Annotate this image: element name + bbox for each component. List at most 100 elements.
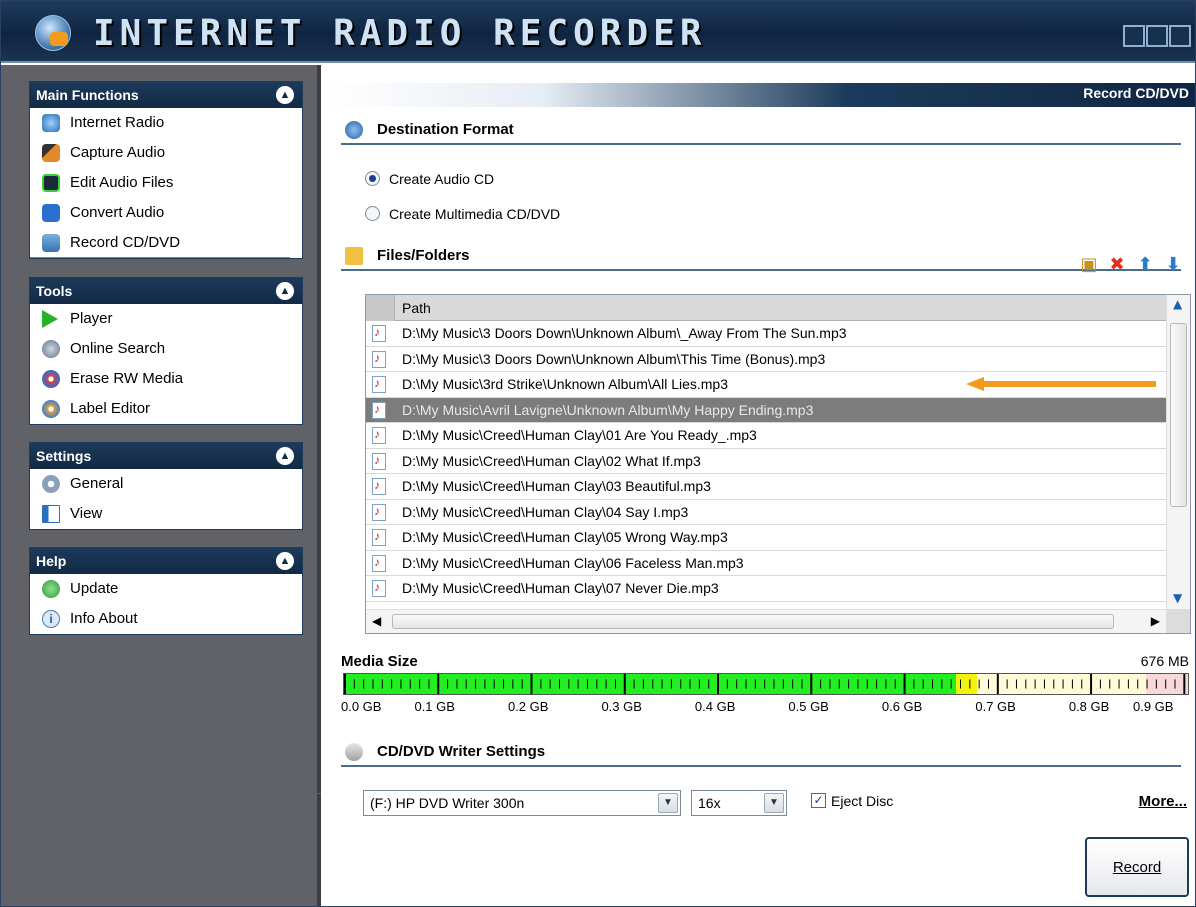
sidebar-item-view[interactable]: View — [30, 499, 302, 529]
panel-header-tools[interactable]: Tools ▲ — [30, 278, 302, 304]
sidebar-item-player[interactable]: Player — [30, 304, 302, 334]
cd-icon — [345, 121, 363, 139]
move-up-icon[interactable]: ⬆ — [1135, 255, 1155, 275]
page-title: Record CD/DVD — [1083, 85, 1189, 101]
panel-header-settings[interactable]: Settings ▲ — [30, 443, 302, 469]
audio-file-icon — [372, 575, 386, 600]
waveform-icon — [42, 174, 60, 192]
table-row[interactable]: D:\My Music\Creed\Human Clay\01 Are You … — [366, 422, 1166, 449]
chevron-down-icon[interactable]: ▼ — [658, 793, 678, 813]
sidebar-item-label-editor[interactable]: Label Editor — [30, 394, 302, 424]
sidebar-item-record-cd[interactable]: Record CD/DVD — [30, 228, 290, 258]
delete-icon[interactable]: ✖ — [1107, 255, 1127, 275]
table-row[interactable]: D:\My Music\3rd Strike\Unknown Album\All… — [366, 371, 1166, 398]
table-row[interactable]: D:\My Music\Creed\Human Clay\06 Faceless… — [366, 550, 1166, 576]
table-row[interactable]: D:\My Music\Creed\Human Clay\07 Never Di… — [366, 575, 1166, 602]
folder-icon — [345, 247, 363, 265]
file-path: D:\My Music\3rd Strike\Unknown Album\All… — [402, 376, 728, 392]
add-folder-icon[interactable]: ▣ — [1079, 255, 1099, 275]
collapse-icon[interactable]: ▲ — [276, 282, 294, 300]
panel-header-help[interactable]: Help ▲ — [30, 548, 302, 574]
chevron-down-icon[interactable]: ▼ — [764, 793, 784, 813]
column-header-path[interactable]: Path — [366, 295, 1166, 321]
table-row[interactable]: D:\My Music\Creed\Human Clay\02 What If.… — [366, 448, 1166, 474]
record-button[interactable]: Record — [1085, 837, 1189, 897]
maximize-button[interactable] — [1146, 25, 1168, 47]
meter-tick-labels: 0.0 GB 0.1 GB 0.2 GB 0.3 GB 0.4 GB 0.5 GB 0.6 … — [341, 699, 1195, 717]
meter-tick-label: 0.9 GB — [1133, 699, 1174, 714]
horizontal-scrollbar[interactable]: ◀ ▶ — [366, 609, 1166, 633]
play-icon — [42, 310, 58, 328]
scroll-left-icon[interactable]: ◀ — [372, 614, 381, 628]
collapse-icon[interactable]: ▲ — [276, 86, 294, 104]
section-destination-format: Destination Format — [341, 115, 1181, 145]
sidebar-item-online-search[interactable]: Online Search — [30, 334, 302, 364]
sidebar-item-update[interactable]: Update — [30, 574, 302, 604]
panel-header-main-functions[interactable]: Main Functions ▲ — [30, 82, 302, 108]
scroll-right-icon[interactable]: ▶ — [1151, 614, 1160, 628]
close-button[interactable] — [1169, 25, 1191, 47]
sidebar-item-general[interactable]: General — [30, 469, 302, 499]
meter-tick-label: 0.0 GB — [341, 699, 382, 714]
collapse-icon[interactable]: ▲ — [276, 552, 294, 570]
file-path: D:\My Music\Creed\Human Clay\04 Say I.mp… — [402, 503, 689, 520]
audio-file-icon — [372, 473, 386, 498]
section-writer-settings: CD/DVD Writer Settings — [341, 737, 1181, 767]
gear-icon — [42, 475, 60, 493]
move-down-icon[interactable]: ⬇ — [1163, 255, 1183, 275]
audio-file-icon — [372, 397, 386, 422]
file-list[interactable]: Path D:\My Music\3 Doors Down\Unknown Al… — [365, 294, 1191, 634]
sidebar-item-erase-rw[interactable]: Erase RW Media — [30, 364, 302, 394]
file-path: D:\My Music\Creed\Human Clay\05 Wrong Wa… — [402, 529, 728, 545]
table-row[interactable]: D:\My Music\3 Doors Down\Unknown Album\T… — [366, 346, 1166, 372]
sidebar-item-capture-audio[interactable]: Capture Audio — [30, 138, 302, 168]
sidebar-item-internet-radio[interactable]: Internet Radio — [30, 108, 302, 138]
panel-help: Help ▲ Update i Info About — [29, 547, 303, 635]
audio-file-icon — [372, 321, 386, 345]
table-row[interactable]: D:\My Music\Creed\Human Clay\03 Beautifu… — [366, 473, 1166, 500]
sidebar-item-convert-audio[interactable]: Convert Audio — [30, 198, 302, 228]
file-rows: D:\My Music\3 Doors Down\Unknown Album\_… — [366, 321, 1166, 609]
meter-tick-label: 0.6 GB — [881, 699, 923, 714]
collapse-icon[interactable]: ▲ — [276, 447, 294, 465]
hscroll-thumb[interactable] — [392, 614, 1114, 629]
vertical-scrollbar[interactable]: ▲ ▼ — [1166, 295, 1190, 609]
audio-file-icon — [372, 499, 386, 524]
info-icon: i — [42, 610, 60, 628]
scroll-thumb[interactable] — [1170, 323, 1187, 507]
radio-dot[interactable] — [365, 171, 380, 186]
window-controls — [1123, 25, 1191, 47]
drive-icon — [345, 743, 363, 761]
panel-main-functions: Main Functions ▲ Internet Radio Capture … — [29, 81, 303, 259]
audio-file-icon — [372, 346, 386, 371]
file-path: D:\My Music\Creed\Human Clay\01 Are You … — [402, 427, 757, 443]
cd-burn-icon — [42, 234, 60, 252]
scroll-up-icon[interactable]: ▲ — [1173, 297, 1182, 311]
file-path: D:\My Music\Avril Lavigne\Unknown Album\… — [402, 401, 814, 418]
minimize-button[interactable] — [1123, 25, 1145, 47]
radio-dot[interactable] — [365, 206, 380, 221]
table-row[interactable]: D:\My Music\Avril Lavigne\Unknown Album\… — [366, 397, 1166, 423]
file-toolbar: ▣ ✖ ⬆ ⬇ — [1079, 255, 1183, 275]
file-path: D:\My Music\Creed\Human Clay\06 Faceless… — [402, 554, 744, 571]
label-icon — [42, 400, 60, 418]
audio-file-icon — [372, 448, 386, 473]
drive-select[interactable]: (F:) HP DVD Writer 300n ▼ — [363, 790, 681, 816]
scroll-down-icon[interactable]: ▼ — [1173, 591, 1182, 605]
checkbox-check-icon[interactable]: ✓ — [811, 793, 826, 808]
table-row[interactable]: D:\My Music\Creed\Human Clay\05 Wrong Wa… — [366, 524, 1166, 551]
erase-disc-icon — [42, 370, 60, 388]
meter-tick-label: 0.3 GB — [601, 699, 642, 714]
sidebar: Main Functions ▲ Internet Radio Capture … — [1, 65, 321, 906]
eject-disc-checkbox[interactable]: ✓ Eject Disc — [811, 792, 893, 810]
speed-select[interactable]: 16x ▼ — [691, 790, 787, 816]
sidebar-item-info-about[interactable]: i Info About — [30, 604, 302, 634]
radio-create-audio-cd[interactable]: Create Audio CD — [365, 169, 494, 189]
sidebar-item-edit-audio[interactable]: Edit Audio Files — [30, 168, 302, 198]
radio-create-multimedia[interactable]: Create Multimedia CD/DVD — [365, 204, 560, 224]
table-row[interactable]: D:\My Music\Creed\Human Clay\04 Say I.mp… — [366, 499, 1166, 525]
sidebar-divider — [1, 793, 321, 794]
more-link[interactable]: More... — [1139, 793, 1187, 810]
meter-tick-label: 0.7 GB — [975, 699, 1016, 714]
table-row[interactable]: D:\My Music\3 Doors Down\Unknown Album\_… — [366, 321, 1166, 347]
